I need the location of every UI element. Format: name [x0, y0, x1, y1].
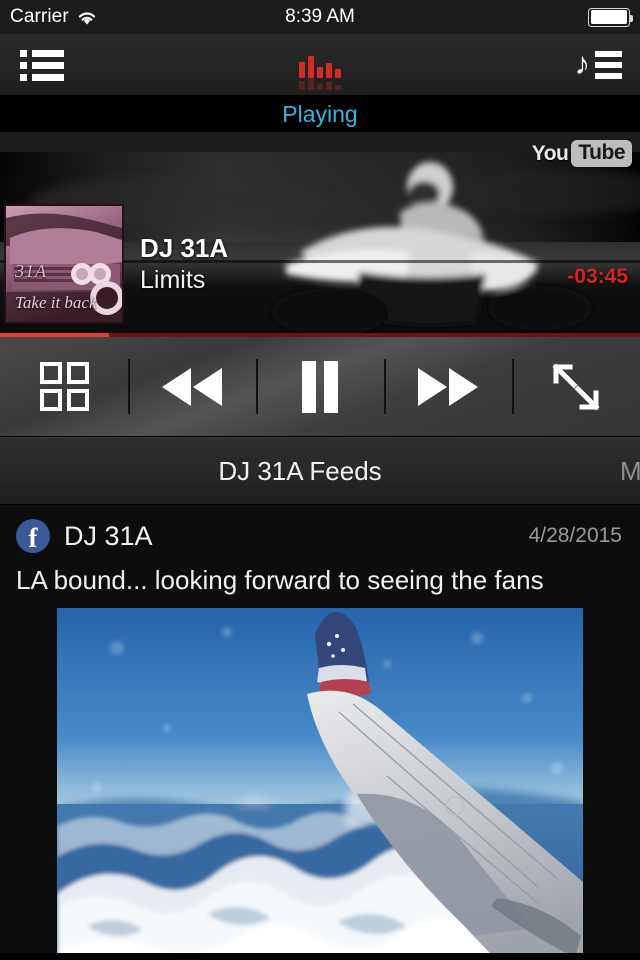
- list-menu-icon: [20, 49, 64, 81]
- time-remaining-label: -03:45: [567, 265, 628, 288]
- player-status-bar: Playing: [0, 96, 640, 132]
- music-playlist-icon: ♪: [575, 48, 622, 81]
- fullscreen-button[interactable]: [512, 337, 640, 436]
- youtube-badge: You Tube: [532, 140, 632, 167]
- transport-controls: [0, 337, 640, 437]
- feed-post-photo[interactable]: [57, 608, 583, 953]
- feed-post[interactable]: f DJ 31A 4/28/2015 LA bound... looking f…: [0, 505, 640, 953]
- tab-dj-31a-feeds-label: DJ 31A Feeds: [218, 455, 382, 486]
- menu-button[interactable]: [8, 34, 76, 96]
- progress-bar-fill: [0, 333, 109, 337]
- facebook-icon: f: [16, 519, 50, 553]
- tab-me[interactable]: Me: [600, 438, 640, 504]
- track-title: Limits: [140, 266, 206, 294]
- pause-button[interactable]: [256, 337, 384, 436]
- grid-view-button[interactable]: [0, 337, 128, 436]
- equalizer-logo-icon: [299, 52, 341, 78]
- video-player[interactable]: You Tube 31A Take it back DJ 31A Limits …: [0, 132, 640, 337]
- feed-list[interactable]: f DJ 31A 4/28/2015 LA bound... looking f…: [0, 505, 640, 953]
- youtube-tube-text: Tube: [571, 140, 632, 167]
- progress-bar[interactable]: [0, 333, 640, 337]
- rewind-button[interactable]: [128, 337, 256, 436]
- track-info-strip: 31A Take it back DJ 31A Limits: [0, 199, 640, 329]
- battery-full-icon: [588, 7, 633, 27]
- feed-post-header: f DJ 31A 4/28/2015: [0, 505, 640, 559]
- album-art[interactable]: 31A Take it back: [4, 204, 124, 324]
- track-meta: DJ 31A Limits: [140, 232, 640, 297]
- app-root: Carrier 8:39 AM ♪ Playing You Tube 31A T…: [0, 0, 640, 960]
- expand-arrows-icon: [552, 362, 600, 411]
- fast-forward-button[interactable]: [384, 337, 512, 436]
- feed-post-author: DJ 31A: [64, 520, 153, 551]
- rewind-icon: [162, 367, 222, 406]
- track-artist: DJ 31A: [140, 232, 229, 263]
- status-bar: Carrier 8:39 AM: [0, 0, 640, 34]
- player-status-label: Playing: [282, 100, 358, 127]
- status-bar-clock: 8:39 AM: [285, 6, 355, 27]
- nav-bar: ♪: [0, 34, 640, 96]
- feed-post-date: 4/28/2015: [528, 524, 622, 547]
- equalizer-logo-reflection-icon: [299, 77, 341, 90]
- tab-dj-31a-feeds[interactable]: DJ 31A Feeds: [0, 438, 600, 504]
- fast-forward-icon: [418, 367, 478, 406]
- airplane-wing-photo: [57, 608, 583, 953]
- status-bar-right: [588, 7, 633, 27]
- feed-tab-bar: DJ 31A Feeds Me: [0, 437, 640, 505]
- album-art-line2: Take it back: [15, 293, 97, 312]
- playlist-button[interactable]: ♪: [565, 34, 633, 96]
- tab-me-label: Me: [620, 455, 640, 486]
- pause-icon: [302, 360, 338, 413]
- album-art-line1: 31A: [15, 261, 47, 281]
- grid-icon: [39, 362, 89, 411]
- youtube-you-text: You: [531, 141, 569, 165]
- feed-post-text: LA bound... looking forward to seeing th…: [16, 565, 544, 595]
